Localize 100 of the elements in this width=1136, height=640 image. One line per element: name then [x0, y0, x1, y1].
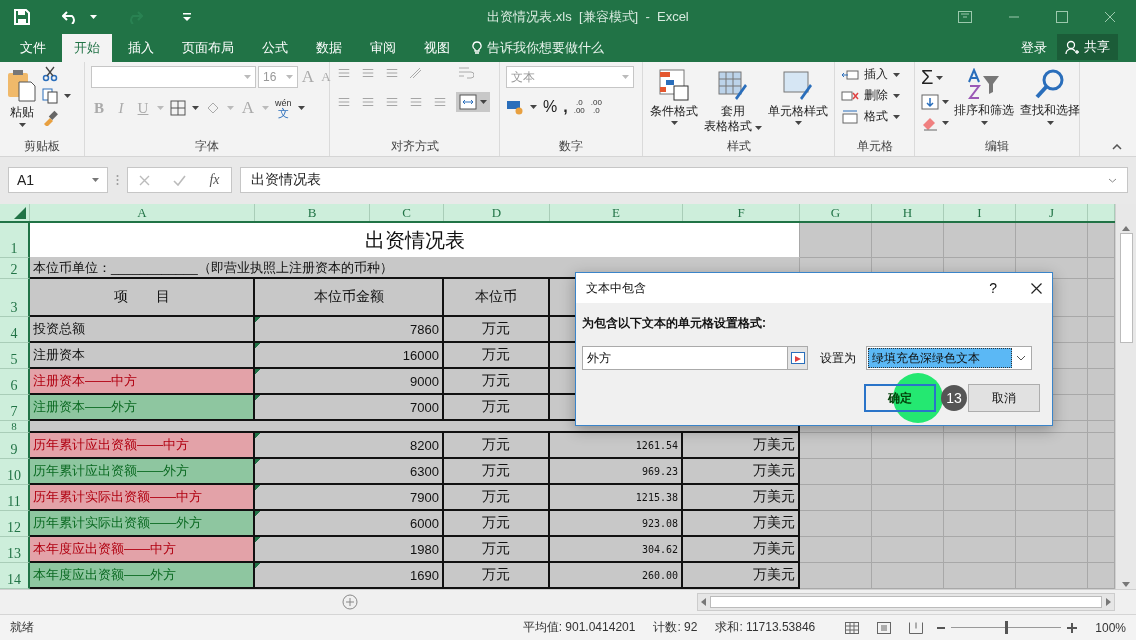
percent-button[interactable]: % [543, 98, 558, 116]
font-size-field[interactable]: 16 [258, 66, 298, 88]
ribbon-tab[interactable]: 插入 [116, 34, 166, 62]
increase-indent-icon[interactable] [432, 95, 448, 109]
row-header[interactable]: 11 [0, 485, 30, 511]
add-sheet-icon[interactable] [342, 594, 358, 610]
save-icon[interactable] [14, 9, 30, 25]
cells-menu-button[interactable]: 删除 [841, 87, 900, 104]
collapse-ribbon-icon[interactable] [1112, 144, 1122, 150]
row-header[interactable]: 6 [0, 369, 30, 395]
text-field[interactable]: 外方 [582, 346, 808, 370]
row-header[interactable]: 2 [0, 258, 30, 279]
column-header[interactable]: C [370, 204, 444, 221]
format-painter-icon[interactable] [42, 110, 58, 126]
range-picker-icon[interactable] [790, 352, 805, 364]
row-header[interactable]: 9 [0, 433, 30, 459]
fill-down-icon[interactable] [921, 94, 939, 110]
cancel-icon[interactable] [139, 174, 151, 186]
insert-function-button[interactable]: fx [209, 172, 220, 188]
bottom-align-icon[interactable] [384, 66, 400, 80]
column-header[interactable]: B [255, 204, 370, 221]
column-header[interactable]: E [550, 204, 683, 221]
scroll-left-icon[interactable] [701, 598, 706, 606]
borders-icon[interactable] [170, 100, 186, 116]
check-icon[interactable] [173, 174, 187, 186]
row-header[interactable]: 3 [0, 279, 30, 317]
share-button[interactable]: 共享 [1057, 34, 1118, 60]
row-header[interactable]: 4 [0, 317, 30, 343]
vertical-scrollbar[interactable] [1115, 204, 1136, 589]
currency-icon[interactable] [506, 99, 524, 115]
ribbon-tab[interactable]: 公式 [250, 34, 300, 62]
column-header[interactable]: G [800, 204, 872, 221]
autosum-button[interactable]: Σ [921, 66, 934, 89]
cut-icon[interactable] [42, 66, 58, 82]
zoom-in-icon[interactable] [1067, 622, 1078, 633]
format-dropdown[interactable]: 绿填充色深绿色文本 [866, 346, 1032, 370]
column-header[interactable]: J [1016, 204, 1088, 221]
cells-menu-button[interactable]: 格式 [841, 108, 900, 125]
ribbon-tab[interactable]: 审阅 [358, 34, 408, 62]
scroll-down-icon[interactable] [1122, 582, 1130, 587]
style-button[interactable]: 单元格样式 [767, 66, 830, 127]
help-button[interactable]: ? [989, 280, 997, 296]
editing-button[interactable]: 排序和筛选 [953, 66, 1015, 127]
customize-icon[interactable] [183, 13, 191, 21]
row-header[interactable]: 7 [0, 395, 30, 421]
cells-menu-button[interactable]: 插入 [841, 66, 900, 83]
row-header[interactable]: 8 [0, 421, 30, 433]
row-header[interactable]: 12 [0, 511, 30, 537]
column-header[interactable]: A [30, 204, 255, 221]
cancel-button[interactable]: 取消 [968, 384, 1040, 412]
fill-bucket-icon[interactable] [205, 100, 221, 116]
ribbon-tab[interactable]: 文件 [8, 34, 58, 62]
formula-field[interactable]: 出资情况表 [240, 167, 1128, 193]
column-header[interactable]: F [683, 204, 800, 221]
increase-decimal-button[interactable]: .0 .00 [573, 99, 585, 115]
expand-icon[interactable] [1108, 177, 1117, 183]
row-header[interactable]: 10 [0, 459, 30, 485]
copy-icon[interactable] [42, 88, 58, 104]
row-header[interactable]: 1 [0, 223, 30, 258]
scroll-thumb[interactable] [1119, 233, 1133, 343]
close-icon[interactable] [1031, 282, 1042, 294]
ribbon-display-icon[interactable] [958, 11, 972, 23]
paste-button[interactable]: 粘贴 [6, 66, 38, 129]
page-layout-icon[interactable] [877, 621, 892, 634]
middle-align-icon[interactable] [360, 66, 376, 80]
page-break-icon[interactable] [909, 621, 924, 634]
merge-center-button[interactable] [456, 92, 490, 112]
right-align-icon[interactable] [384, 95, 400, 109]
column-header[interactable]: D [444, 204, 550, 221]
row-header[interactable]: 13 [0, 537, 30, 563]
tell-me-field[interactable]: 告诉我你想要做什么 [472, 34, 604, 62]
row-header[interactable]: 5 [0, 343, 30, 369]
center-align-icon[interactable] [360, 95, 376, 109]
font-name-field[interactable] [91, 66, 256, 88]
scroll-up-icon[interactable] [1122, 226, 1130, 231]
ribbon-tab[interactable]: 数据 [304, 34, 354, 62]
decrease-indent-icon[interactable] [408, 95, 424, 109]
column-header[interactable]: H [872, 204, 944, 221]
left-align-icon[interactable] [336, 95, 352, 109]
editing-button[interactable]: 查找和选择 [1019, 66, 1081, 127]
phonetic-button[interactable]: wén 文 [275, 98, 292, 118]
row-header[interactable]: 14 [0, 563, 30, 589]
eraser-icon[interactable] [921, 115, 939, 131]
zoom-level[interactable]: 100% [1095, 620, 1126, 635]
decrease-decimal-button[interactable]: .00 .0 [590, 99, 602, 115]
select-all-icon[interactable] [14, 207, 26, 219]
column-header[interactable]: I [944, 204, 1016, 221]
style-button[interactable]: 条件格式 [649, 66, 699, 127]
comma-button[interactable]: , [563, 98, 568, 116]
normal-view-icon[interactable] [845, 621, 860, 634]
name-box[interactable]: A1 [8, 167, 108, 193]
maximize-icon[interactable] [1056, 11, 1068, 23]
ribbon-tab[interactable]: 页面布局 [170, 34, 246, 62]
ribbon-tab[interactable]: 开始 [62, 34, 112, 62]
top-align-icon[interactable] [336, 66, 352, 80]
scroll-right-icon[interactable] [1106, 598, 1111, 606]
horizontal-scrollbar[interactable] [697, 593, 1115, 611]
style-button[interactable]: 套用 表格格式 [703, 66, 764, 136]
ribbon-tab[interactable]: 视图 [412, 34, 462, 62]
sign-in-link[interactable]: 登录 [1021, 34, 1047, 62]
